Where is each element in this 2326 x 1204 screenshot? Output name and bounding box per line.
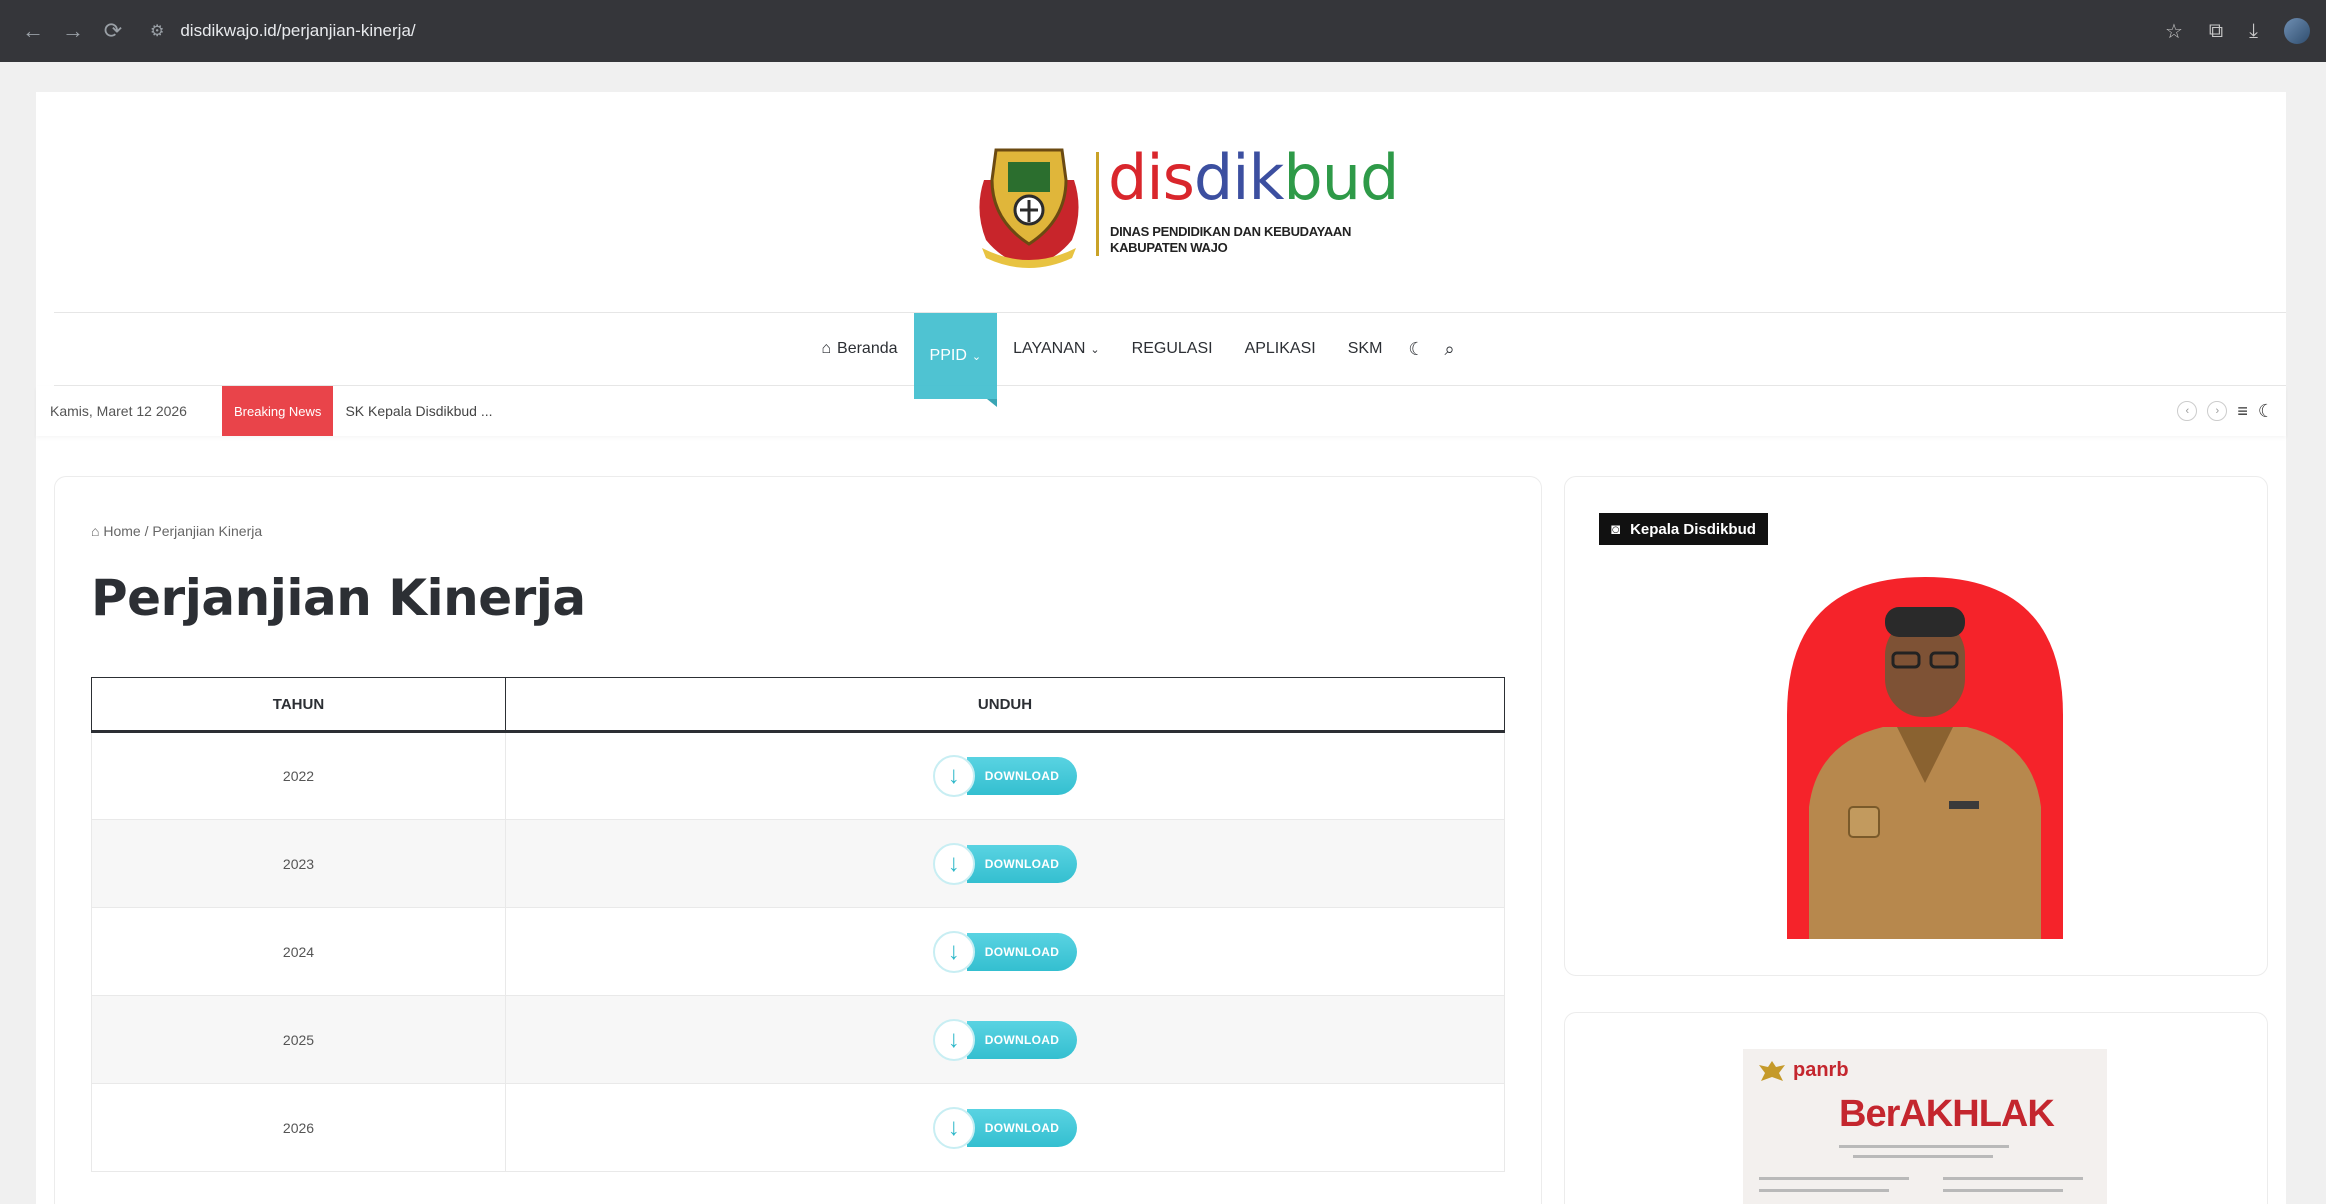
bookmark-star-icon[interactable]: ☆ — [2165, 19, 2183, 44]
nav-item-label: LAYANAN — [1013, 340, 1086, 357]
download-button-label: DOWNLOAD — [966, 932, 1078, 971]
download-arrow-icon: ↓ — [932, 755, 975, 797]
menu-icon[interactable]: ≡ — [2237, 401, 2248, 422]
nav-item-label: REGULASI — [1131, 340, 1213, 357]
download-button[interactable]: ↓ DOWNLOAD — [932, 1106, 1078, 1149]
main-navigation: ⌂ Beranda PPID ⌄ LAYANAN ⌄ REGULASI APLI… — [54, 312, 2286, 407]
download-button-label: DOWNLOAD — [966, 757, 1078, 795]
profile-avatar[interactable] — [2284, 18, 2310, 44]
sidebar-widget-banner: panrb BerAKHLAK — [1564, 1012, 2268, 1204]
forward-icon[interactable]: → — [56, 14, 90, 48]
breaking-news-badge: Breaking News — [222, 386, 334, 436]
wajo-emblem-icon — [979, 148, 1079, 268]
download-arrow-icon: ↓ — [932, 930, 975, 973]
address-bar[interactable]: ⚙ disdikwajo.id/perjanjian-kinerja/ — [150, 21, 416, 41]
widget-title-text: Kepala Disdikbud — [1630, 520, 1756, 538]
dark-mode-moon-icon[interactable]: ☾ — [2258, 401, 2274, 422]
year-cell: 2025 — [91, 995, 506, 1084]
head-of-office-portrait[interactable] — [1787, 577, 2063, 939]
url-text: disdikwajo.id/perjanjian-kinerja/ — [180, 21, 416, 40]
reload-icon[interactable]: ⟳ — [96, 14, 130, 48]
banner-text-line — [1759, 1189, 1889, 1192]
year-cell: 2023 — [91, 819, 506, 908]
breadcrumb-home-link[interactable]: Home — [103, 523, 140, 539]
banner-text-line — [1943, 1177, 2083, 1180]
home-icon: ⌂ — [91, 523, 100, 539]
widget-title: ◙ Kepala Disdikbud — [1599, 513, 1768, 545]
page-title: Perjanjian Kinerja — [91, 569, 586, 627]
year-cell: 2024 — [91, 907, 506, 996]
extensions-icon[interactable]: ⧉ — [2209, 20, 2223, 43]
berakhlak-banner[interactable]: panrb BerAKHLAK — [1743, 1049, 2107, 1204]
logo-word-dis: dis — [1108, 141, 1195, 214]
table-row: 2025 ↓ DOWNLOAD — [91, 995, 1505, 1084]
ticker-next-button[interactable]: › — [2207, 401, 2228, 421]
nav-item-regulasi[interactable]: REGULASI — [1116, 313, 1229, 385]
table-row: 2026 ↓ DOWNLOAD — [91, 1083, 1505, 1172]
banner-text-line — [1853, 1155, 1993, 1158]
download-arrow-icon: ↓ — [932, 1106, 975, 1149]
download-button[interactable]: ↓ DOWNLOAD — [932, 930, 1078, 973]
nav-item-label: PPID — [929, 347, 967, 364]
logo-subtitle-line2: KABUPATEN WAJO — [1110, 240, 1228, 255]
download-button-label: DOWNLOAD — [966, 844, 1078, 883]
download-table: TAHUN UNDUH 2022 ↓ DOWNLOAD 2023 ↓ DOWNLOA… — [91, 677, 1505, 1172]
download-icon[interactable]: ⤓ — [2249, 20, 2258, 43]
nav-item-aplikasi[interactable]: APLIKASI — [1229, 313, 1332, 385]
table-row: 2023 ↓ DOWNLOAD — [91, 819, 1505, 908]
nav-item-label: Beranda — [837, 340, 898, 357]
logo-subtitle-line1: DINAS PENDIDIKAN DAN KEBUDAYAAN — [1110, 224, 1352, 239]
banner-text-line — [1943, 1189, 2063, 1192]
garuda-emblem-icon — [1759, 1061, 1785, 1081]
chevron-down-icon: ⌄ — [1090, 343, 1100, 356]
nav-item-label: APLIKASI — [1244, 340, 1316, 357]
logo-divider — [1096, 152, 1099, 256]
nav-item-layanan[interactable]: LAYANAN ⌄ — [997, 313, 1116, 385]
download-arrow-icon: ↓ — [932, 842, 975, 885]
banner-text-line — [1839, 1145, 2009, 1148]
page-card: disdikbud DINAS PENDIDIKAN DAN KEBUDAYAA… — [36, 92, 2286, 1204]
sidebar-widget-kepala: ◙ Kepala Disdikbud — [1564, 476, 2268, 976]
breadcrumb-current: Perjanjian Kinerja — [152, 523, 263, 539]
year-cell: 2026 — [91, 1083, 506, 1172]
nav-item-beranda[interactable]: ⌂ Beranda — [805, 313, 913, 385]
search-icon[interactable]: ⌕ — [1435, 339, 1465, 360]
table-header-unduh: UNDUH — [505, 677, 1505, 733]
nav-item-skm[interactable]: SKM — [1332, 313, 1399, 385]
current-date: Kamis, Maret 12 2026 — [50, 403, 187, 419]
browser-toolbar: ← → ⟳ ⚙ disdikwajo.id/perjanjian-kinerja… — [0, 0, 2326, 62]
download-button-label: DOWNLOAD — [966, 1108, 1078, 1147]
breadcrumb-separator: / — [144, 523, 149, 539]
table-header-tahun: TAHUN — [91, 677, 506, 733]
download-button[interactable]: ↓ DOWNLOAD — [932, 755, 1078, 797]
site-header: disdikbud DINAS PENDIDIKAN DAN KEBUDAYAA… — [36, 92, 2286, 312]
download-button-label: DOWNLOAD — [966, 1020, 1078, 1059]
banner-org-name: panrb — [1793, 1059, 1849, 1081]
download-button[interactable]: ↓ DOWNLOAD — [932, 1018, 1078, 1061]
site-info-icon[interactable]: ⚙ — [150, 21, 164, 41]
chevron-down-icon: ⌄ — [971, 350, 982, 363]
main-content: ⌂ Home / Perjanjian Kinerja Perjanjian K… — [54, 476, 1542, 1204]
breadcrumb: ⌂ Home / Perjanjian Kinerja — [91, 523, 262, 539]
logo-wordmark: disdikbud — [1108, 141, 1399, 214]
year-cell: 2022 — [91, 731, 506, 820]
download-arrow-icon: ↓ — [932, 1018, 975, 1061]
camera-icon: ◙ — [1611, 520, 1621, 538]
table-row: 2024 ↓ DOWNLOAD — [91, 907, 1505, 996]
news-ticker-link[interactable]: SK Kepala Disdikbud ... — [333, 403, 492, 419]
download-button[interactable]: ↓ DOWNLOAD — [932, 842, 1078, 885]
ticker-prev-button[interactable]: ‹ — [2177, 401, 2198, 421]
logo-subtitle: DINAS PENDIDIKAN DAN KEBUDAYAAN KABUPATE… — [1110, 224, 1351, 256]
banner-headline: BerAKHLAK — [1839, 1093, 2055, 1135]
site-logo[interactable]: disdikbud DINAS PENDIDIKAN DAN KEBUDAYAA… — [974, 140, 1404, 270]
breaking-news-bar: Kamis, Maret 12 2026 Breaking News SK Ke… — [36, 386, 2286, 436]
logo-word-bud: bud — [1283, 141, 1399, 214]
table-row: 2022 ↓ DOWNLOAD — [91, 731, 1505, 820]
banner-text-line — [1759, 1177, 1909, 1180]
nav-item-label: SKM — [1347, 340, 1383, 357]
home-icon: ⌂ — [821, 340, 832, 357]
back-icon[interactable]: ← — [16, 14, 50, 48]
dark-mode-moon-icon[interactable]: ☾ — [1398, 339, 1434, 360]
logo-word-dik: dik — [1193, 141, 1284, 214]
